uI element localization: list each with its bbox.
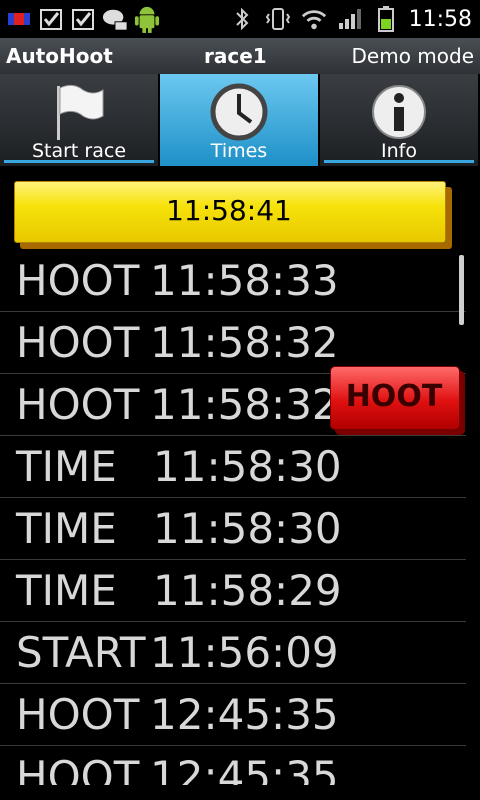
battery-icon [373,6,399,32]
event-kind: HOOT [16,752,140,785]
list-item[interactable]: TIME 11:58:29 [0,560,466,622]
system-icons: 11:58 [229,0,472,38]
mode-label: Demo mode [351,44,475,68]
wifi-icon [301,6,327,32]
event-kind: HOOT [16,690,140,739]
event-time: 11:58:33 [150,256,339,305]
info-icon [369,82,429,142]
list-item[interactable]: HOOT 12:45:35 [0,746,466,785]
bluetooth-icon [229,6,255,32]
flag-icon [6,6,32,32]
hoot-button-label: HOOT [345,379,443,414]
list-item[interactable]: TIME 11:58:30 [0,498,466,560]
chat-icon [102,6,128,32]
event-kind: START [16,628,146,677]
clock-icon [209,82,269,142]
event-time: 11:56:09 [150,628,339,677]
list-item[interactable]: HOOT 11:58:32 [0,312,466,374]
list-item[interactable]: START 11:56:09 [0,622,466,684]
tab-underline [324,160,474,163]
app-name: AutoHoot [6,44,113,68]
event-kind: TIME [16,504,117,553]
event-kind: TIME [16,566,117,615]
event-time: 11:58:32 [150,380,339,429]
event-kind: TIME [16,442,117,491]
tab-underline [4,160,154,163]
status-bar: 11:58 [0,0,480,38]
times-list[interactable]: HOOT 11:58:33 HOOT 11:58:32 HOOT 11:58:3… [0,250,466,785]
title-bar: AutoHoot race1 Demo mode [0,38,480,75]
checkbox-icon [70,6,96,32]
flag-icon [49,82,109,142]
event-kind: HOOT [16,318,140,367]
tab-label: Times [210,140,268,162]
tab-label: Start race [31,140,127,162]
event-time: 11:58:30 [153,442,342,491]
event-time: 12:45:35 [150,752,339,785]
event-time: 11:58:30 [153,504,342,553]
list-item[interactable]: HOOT 11:58:33 [0,250,466,312]
android-icon [134,6,160,33]
list-item[interactable]: TIME 11:58:30 [0,436,466,498]
event-kind: HOOT [16,256,140,305]
event-time: 11:58:29 [153,566,342,615]
tab-label: Info [381,140,417,162]
current-time: 11:58:41 [166,194,292,227]
notification-icons [6,3,160,35]
current-time-button[interactable]: 11:58:41 [14,181,456,249]
race-name: race1 [204,44,267,68]
tab-times[interactable]: Times [160,74,320,166]
list-item[interactable]: HOOT 12:45:35 [0,684,466,746]
event-kind: HOOT [16,380,140,429]
vibrate-icon [265,6,291,32]
signal-icon [337,6,363,32]
status-time: 11:58 [408,6,472,32]
hoot-button[interactable]: HOOT [330,366,466,436]
scrollbar[interactable] [459,255,464,325]
checkbox-icon [38,6,64,32]
tab-bar: Start race Times Info [0,74,480,166]
tab-info[interactable]: Info [320,74,480,166]
event-time: 11:58:32 [150,318,339,367]
tab-start-race[interactable]: Start race [0,74,160,166]
event-time: 12:45:35 [150,690,339,739]
